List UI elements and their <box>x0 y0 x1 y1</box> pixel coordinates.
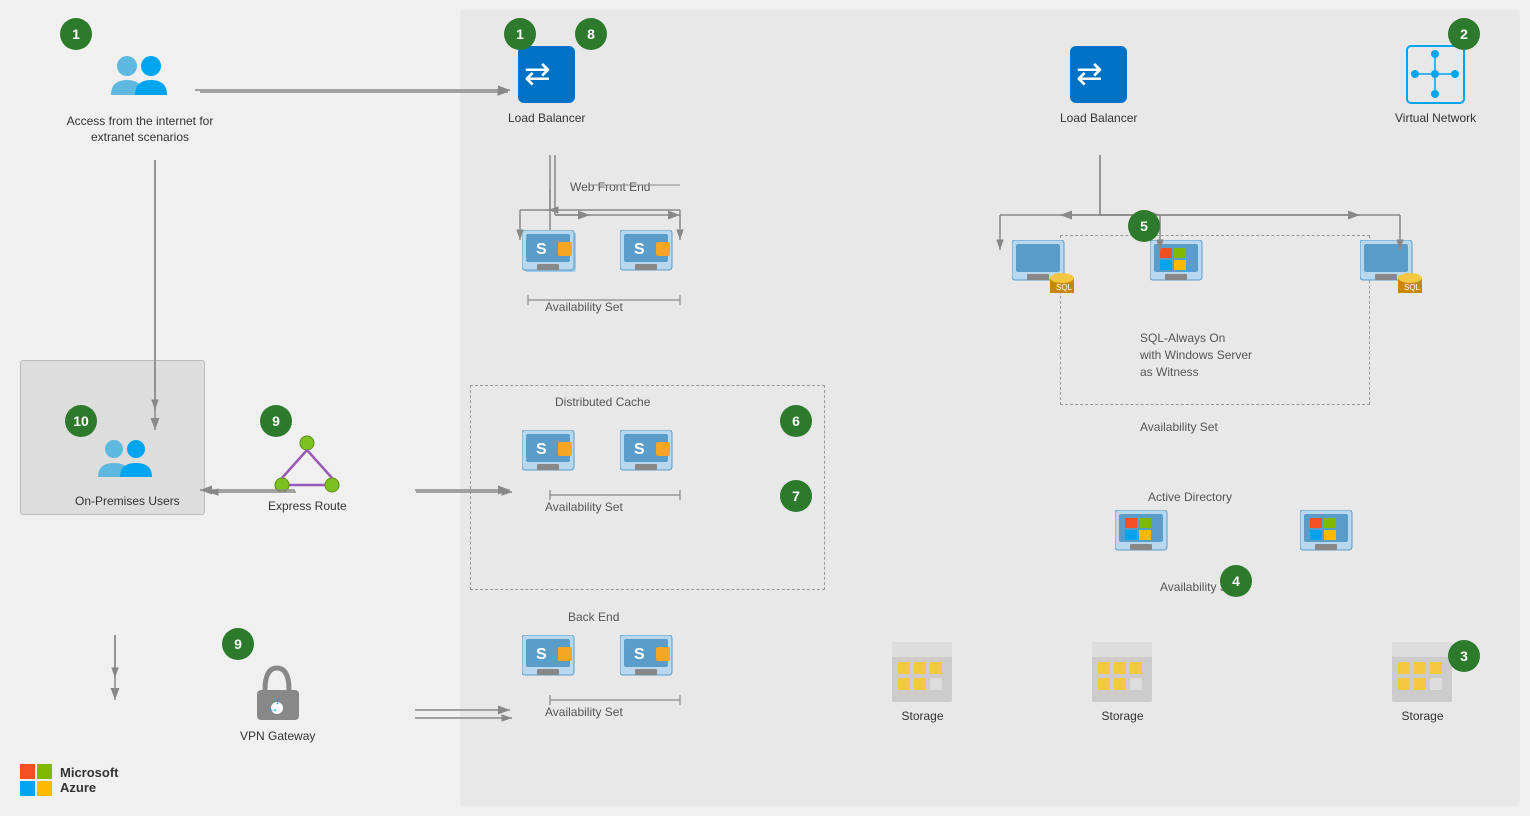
azure-squares-icon <box>20 764 52 796</box>
web-front-end-label: Web Front End <box>570 180 650 194</box>
badge-7: 7 <box>780 480 812 512</box>
load-balancer-2-icon-box: ⇄ Load Balancer <box>1060 42 1137 127</box>
cache-vm-1-icon-box: S <box>522 430 582 485</box>
load-balancer-2-label: Load Balancer <box>1060 111 1137 127</box>
svg-text:S: S <box>634 441 645 458</box>
svg-text:↕: ↕ <box>275 696 280 707</box>
distributed-cache-label: Distributed Cache <box>555 395 650 409</box>
vpn-gateway-label: VPN Gateway <box>240 729 315 745</box>
badge-6: 6 <box>780 405 812 437</box>
sql-vm-2-icon-box: SQL <box>1360 240 1425 300</box>
cache-vm-2-icon: S <box>620 430 680 485</box>
avail-set-1-label: Availability Set <box>545 300 623 314</box>
active-directory-label: Active Directory <box>1148 490 1232 504</box>
onprem-users-icon <box>92 435 162 490</box>
load-balancer-1-icon-box: ⇄ Load Balancer <box>508 42 585 127</box>
storage-3-icon-box: Storage <box>1390 640 1455 725</box>
load-balancer-2-icon: ⇄ <box>1066 42 1131 107</box>
storage-3-icon <box>1390 640 1455 705</box>
onprem-users-icon-box: On-Premises Users <box>75 435 180 510</box>
storage-1-label: Storage <box>901 709 943 725</box>
ad-vm-2-icon-box <box>1300 510 1365 565</box>
badge-9b: 9 <box>222 628 254 660</box>
badge-1: 1 <box>504 18 536 50</box>
storage-2-icon-box: Storage <box>1090 640 1155 725</box>
badge-9a: 9 <box>260 405 292 437</box>
sql-vm-1-icon-box: SQL <box>1012 240 1077 300</box>
express-route-label: Express Route <box>268 499 347 515</box>
storage-3-label: Storage <box>1401 709 1443 725</box>
badge-11: 1 <box>60 18 92 50</box>
backend-vm-2-icon: S <box>620 635 680 690</box>
badge-5: 5 <box>1128 210 1160 242</box>
azure-text: Microsoft Azure <box>60 765 119 795</box>
internet-users-icon-box: Access from the internet for extranet sc… <box>65 50 215 145</box>
badge-3: 3 <box>1448 640 1480 672</box>
diagram-container: 1 Access from the internet for extranet … <box>0 0 1530 816</box>
express-route-icon-box: Express Route <box>268 435 347 515</box>
svg-text:S: S <box>634 646 645 663</box>
svg-text:SQL: SQL <box>1056 283 1073 292</box>
ad-vm-2-icon <box>1300 510 1365 565</box>
sql-witness-icon-box <box>1150 240 1215 300</box>
express-route-icon <box>272 435 342 495</box>
web-vm-1-icon: S <box>522 230 582 285</box>
cache-vm-2-icon-box: S <box>620 430 680 485</box>
virtual-network-label: Virtual Network <box>1395 111 1476 127</box>
avail-set-sql-label: Availability Set <box>1140 420 1218 434</box>
sql-witness-icon <box>1150 240 1215 300</box>
back-end-label: Back End <box>568 610 619 624</box>
svg-text:S: S <box>536 646 547 663</box>
badge-10: 10 <box>65 405 97 437</box>
avail-set-3-label: Availability Set <box>545 705 623 719</box>
backend-vm-2-icon-box: S <box>620 635 680 690</box>
virtual-network-icon <box>1403 42 1468 107</box>
svg-text:S: S <box>536 441 547 458</box>
sql-vm-2-icon: SQL <box>1360 240 1425 300</box>
load-balancer-1-label: Load Balancer <box>508 111 585 127</box>
people-icon <box>105 50 175 110</box>
ad-vm-1-icon <box>1115 510 1180 565</box>
storage-2-label: Storage <box>1101 709 1143 725</box>
azure-logo: Microsoft Azure <box>20 764 119 796</box>
virtual-network-icon-box: Virtual Network <box>1395 42 1476 127</box>
backend-vm-1-icon: S <box>522 635 582 690</box>
sql-alwayson-label: SQL-Always Onwith Windows Serveras Witne… <box>1140 330 1252 380</box>
web-vm-2-icon: S <box>620 230 680 285</box>
badge-8: 8 <box>575 18 607 50</box>
storage-1-icon <box>890 640 955 705</box>
web-vm-2-icon-box: S <box>620 230 680 285</box>
load-balancer-1-icon: ⇄ <box>514 42 579 107</box>
distributed-cache-box <box>470 385 825 590</box>
internet-users-label: Access from the internet for extranet sc… <box>65 114 215 145</box>
sql-vm-1-icon: SQL <box>1012 240 1077 300</box>
svg-text:⇄: ⇄ <box>524 55 551 91</box>
onprem-users-label: On-Premises Users <box>75 494 180 510</box>
backend-vm-1-icon-box: S <box>522 635 582 690</box>
storage-2-icon <box>1090 640 1155 705</box>
storage-1-icon-box: Storage <box>890 640 955 725</box>
svg-text:S: S <box>634 241 645 258</box>
badge-2: 2 <box>1448 18 1480 50</box>
svg-text:SQL: SQL <box>1404 283 1421 292</box>
cache-vm-1-icon: S <box>522 430 582 485</box>
badge-4: 4 <box>1220 565 1252 597</box>
vpn-gateway-icon-box: ↔ ↕ VPN Gateway <box>240 660 315 745</box>
web-vm-1-icon-box: S <box>522 230 582 285</box>
avail-set-2-label: Availability Set <box>545 500 623 514</box>
svg-text:⇄: ⇄ <box>1076 55 1103 91</box>
svg-text:S: S <box>536 241 547 258</box>
vpn-gateway-icon: ↔ ↕ <box>245 660 310 725</box>
ad-vm-1-icon-box <box>1115 510 1180 565</box>
